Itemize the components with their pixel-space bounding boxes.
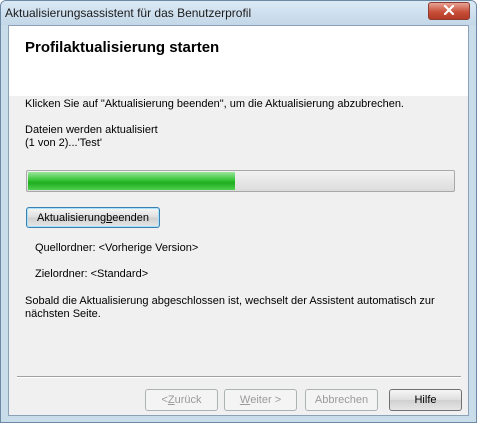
- info-text-continued: nächsten Seite.: [25, 308, 101, 320]
- header-area: Profilaktualisierung starten: [9, 26, 468, 96]
- back-button[interactable]: < Zurück: [145, 389, 218, 411]
- next-button[interactable]: Weiter >: [224, 389, 297, 411]
- stop-update-label-part: Aktualisierung: [37, 211, 107, 224]
- stop-update-button[interactable]: Aktualisierung b eenden: [26, 207, 160, 228]
- stop-update-label-rest: eenden: [112, 211, 149, 224]
- back-access-key: Z: [167, 394, 175, 406]
- close-icon: [443, 4, 455, 18]
- page-title: Profilaktualisierung starten: [25, 39, 220, 56]
- wizard-client-area: Profilaktualisierung starten Klicken Sie…: [8, 25, 469, 416]
- back-label-rest: urück: [174, 394, 202, 406]
- help-button[interactable]: Hilfe: [389, 389, 462, 411]
- progress-bar-fill: [28, 172, 236, 190]
- target-folder-text: Zielordner: <Standard>: [35, 268, 149, 280]
- status-text: Dateien werden aktualisiert: [25, 124, 158, 136]
- status-detail-text: (1 von 2)...'Test': [25, 137, 102, 149]
- progress-bar: [26, 170, 455, 192]
- info-text: Sobald die Aktualisierung abgeschlossen …: [25, 295, 435, 307]
- instruction-text: Klicken Sie auf "Aktualisierung beenden"…: [25, 98, 404, 110]
- window-title: Aktualisierungsassistent für das Benutze…: [5, 6, 252, 20]
- title-bar[interactable]: Aktualisierungsassistent für das Benutze…: [1, 1, 476, 25]
- next-label-rest: eiter >: [250, 394, 282, 406]
- wizard-window: Aktualisierungsassistent für das Benutze…: [0, 0, 477, 423]
- footer-separator: [17, 376, 461, 378]
- source-folder-text: Quellordner: <Vorherige Version>: [35, 242, 199, 254]
- close-button[interactable]: [428, 2, 470, 20]
- cancel-button[interactable]: Abbrechen: [305, 389, 378, 411]
- next-access-key: W: [239, 394, 251, 406]
